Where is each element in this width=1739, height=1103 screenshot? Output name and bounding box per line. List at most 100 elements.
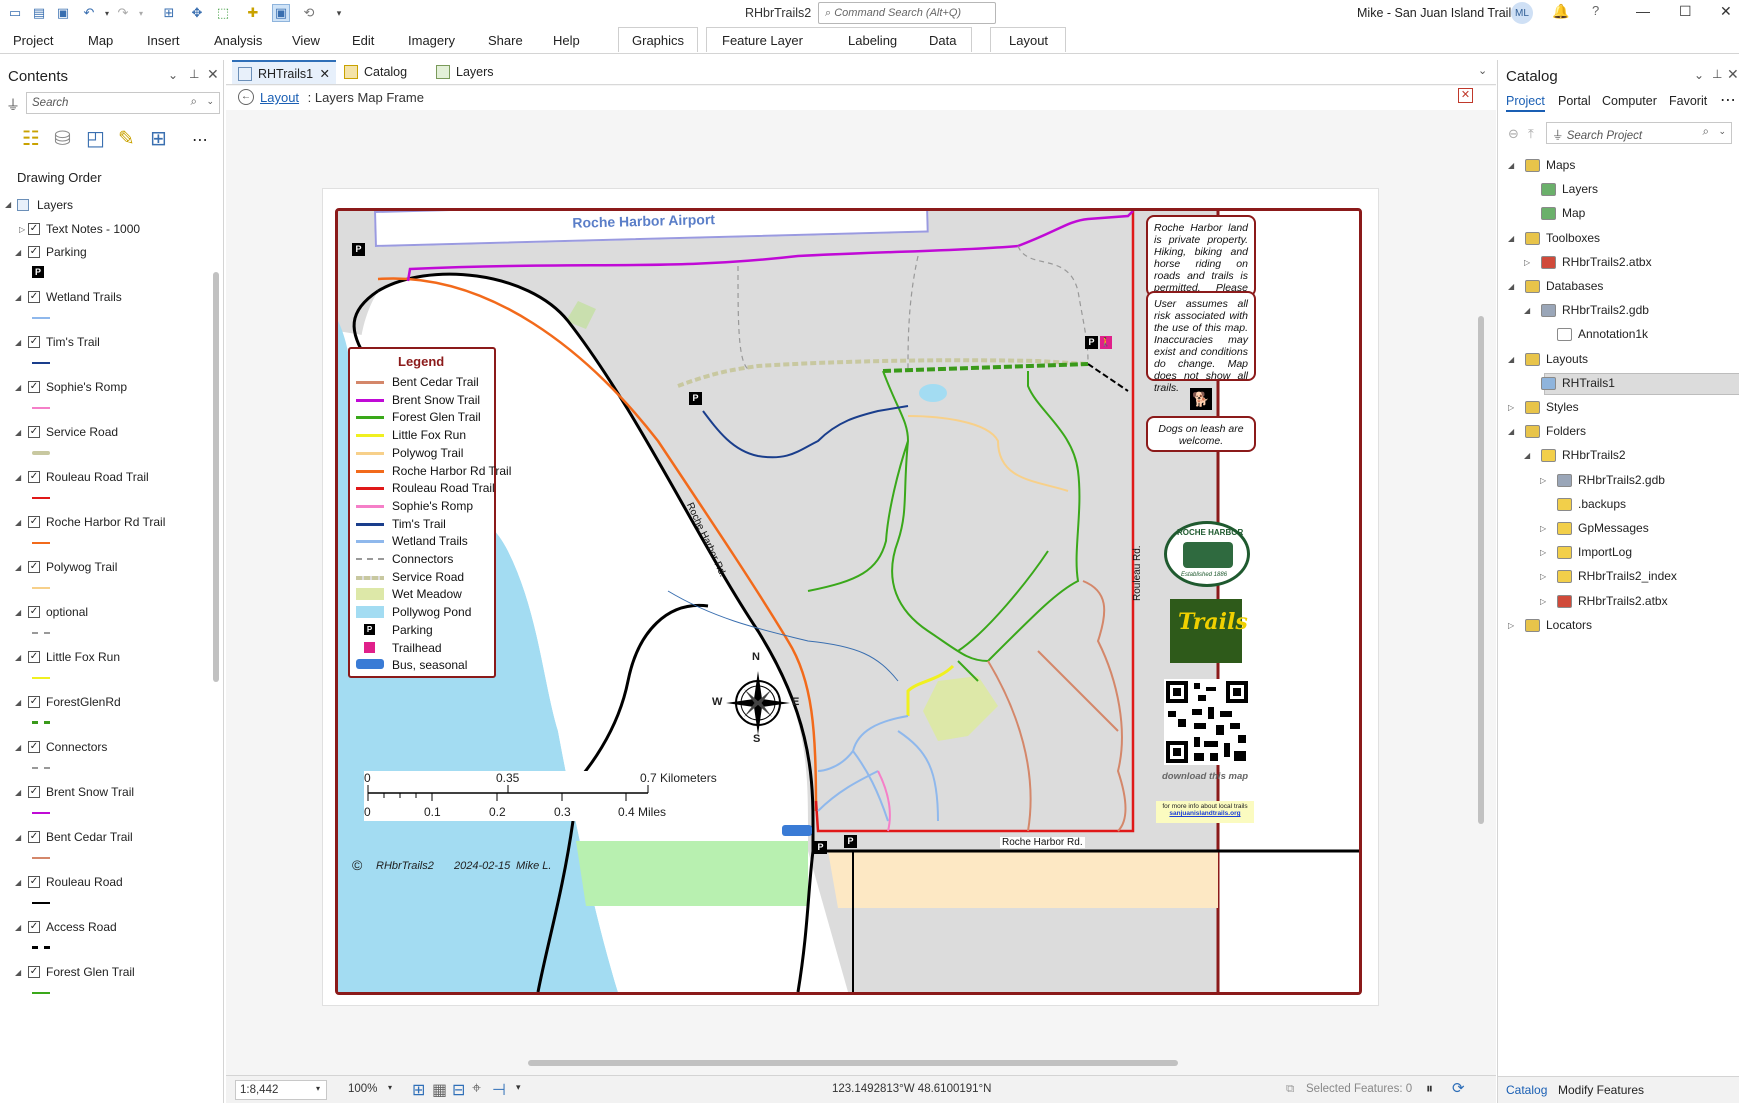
catalog-tree-label[interactable]: RHbrTrails2.gdb (1578, 473, 1665, 487)
catalog-tree-item[interactable]: ▷ RHbrTrails2_index (1498, 566, 1739, 588)
parking-icon[interactable]: P (32, 266, 44, 278)
map-credit[interactable]: © RHbrTrails2 2024-02-15 Mike L. (352, 857, 572, 877)
collapse-icon[interactable]: ◢ (1508, 234, 1514, 243)
layer-symbol[interactable] (32, 857, 50, 859)
layer-name[interactable]: Polywog Trail (46, 560, 117, 574)
customize-quick-access-icon[interactable]: ▾ (330, 4, 348, 22)
collapse-icon[interactable]: ◢ (1508, 355, 1514, 364)
explore-icon[interactable]: ✥ (188, 4, 206, 22)
catalog-tree-label[interactable]: RHbrTrails2_index (1578, 569, 1677, 583)
command-search-input[interactable]: ⌕ Command Search (Alt+Q) (818, 2, 996, 24)
pane-menu-icon[interactable]: ⌄ (1694, 68, 1704, 82)
pin-icon[interactable]: ⊥ (189, 67, 199, 81)
layer-visibility-checkbox[interactable]: ✓ (28, 786, 40, 798)
layer-name[interactable]: Rouleau Road (46, 875, 123, 889)
layer-name[interactable]: Wetland Trails (46, 290, 122, 304)
layer-symbol[interactable] (32, 542, 50, 544)
clear-selection-icon[interactable]: ⟲ (300, 4, 318, 22)
layer-name[interactable]: Bent Cedar Trail (46, 830, 133, 844)
layer-row[interactable]: ◢ ✓ Service Road (0, 422, 208, 470)
new-project-icon[interactable]: ▭ (6, 4, 24, 22)
layer-symbol[interactable] (32, 721, 50, 724)
layout-view-icon[interactable]: ▣ (272, 4, 290, 22)
layer-name[interactable]: Service Road (46, 425, 118, 439)
search-options-icon[interactable]: ⌄ (206, 96, 214, 107)
bottom-tab-modify-features[interactable]: Modify Features (1558, 1083, 1644, 1097)
pin-icon[interactable]: ⊥ (1712, 67, 1722, 81)
catalog-tree-label[interactable]: RHbrTrails2.gdb (1562, 303, 1649, 317)
expand-layer-icon[interactable]: ◢ (15, 743, 21, 752)
layer-row[interactable]: ◢ ✓ Roche Harbor Rd Trail (0, 512, 208, 560)
search-icon[interactable]: ⌕ (191, 96, 197, 109)
catalog-tree-item[interactable]: Layers (1498, 179, 1739, 201)
layer-symbol[interactable] (32, 317, 50, 319)
layer-symbol[interactable] (32, 587, 50, 589)
layer-visibility-checkbox[interactable]: ✓ (28, 606, 40, 618)
layer-row[interactable]: ◢ ✓ Brent Snow Trail (0, 782, 208, 830)
list-by-selection-icon[interactable]: ◰ (86, 126, 105, 151)
expand-layer-icon[interactable]: ◢ (15, 563, 21, 572)
expand-layers-icon[interactable]: ◢ (5, 200, 11, 209)
note-risk[interactable]: User assumes all risk associated with th… (1146, 291, 1256, 394)
layer-symbol[interactable] (32, 362, 50, 364)
horizontal-scrollbar-thumb[interactable] (528, 1060, 1178, 1066)
layer-visibility-checkbox[interactable]: ✓ (28, 291, 40, 303)
catalog-tree-label[interactable]: Folders (1546, 424, 1586, 438)
expand-icon[interactable]: ▷ (1508, 403, 1514, 412)
table-icon[interactable]: ⊞ (160, 4, 178, 22)
list-by-drawing-order-icon[interactable]: ☷ (22, 126, 40, 151)
layer-name[interactable]: Little Fox Run (46, 650, 120, 664)
parking-marker[interactable]: P (844, 835, 857, 848)
chevron-down-icon[interactable]: ▾ (516, 1082, 521, 1093)
tab-insert[interactable]: Insert (147, 33, 180, 48)
parking-marker[interactable]: P (814, 841, 827, 854)
layer-visibility-checkbox[interactable]: ✓ (28, 381, 40, 393)
tab-map[interactable]: Map (88, 33, 113, 48)
layer-symbol[interactable] (32, 497, 50, 499)
tab-layout[interactable]: Layout (1009, 33, 1048, 48)
grid-icon[interactable]: ▦ (432, 1080, 447, 1100)
catalog-tree-item[interactable]: RHTrails1 (1498, 372, 1739, 395)
layer-name[interactable]: Text Notes - 1000 (46, 222, 140, 236)
minimize-button[interactable]: — (1636, 3, 1650, 19)
layer-symbol[interactable] (32, 767, 50, 769)
catalog-tree-label[interactable]: Maps (1546, 158, 1575, 172)
qr-code[interactable] (1164, 679, 1250, 765)
tab-help[interactable]: Help (553, 33, 580, 48)
close-pane-icon[interactable]: ✕ (1727, 66, 1739, 83)
collapse-icon[interactable]: ◢ (1524, 306, 1530, 315)
tab-data[interactable]: Data (929, 33, 956, 48)
collapse-icon[interactable]: ◢ (1508, 282, 1514, 291)
chevron-down-icon[interactable]: ▾ (316, 1084, 320, 1093)
close-pane-icon[interactable]: ✕ (207, 66, 219, 83)
contents-scrollbar[interactable] (210, 190, 222, 1090)
catalog-tree-label[interactable]: Layers (1562, 182, 1598, 196)
catalog-tab-project[interactable]: Project (1506, 94, 1545, 112)
layer-symbol[interactable] (32, 812, 50, 814)
expand-layer-icon[interactable]: ◢ (15, 473, 21, 482)
catalog-tree-item[interactable]: ▷ GpMessages (1498, 518, 1739, 540)
catalog-tree-item[interactable]: .backups (1498, 494, 1739, 516)
catalog-tree-label[interactable]: RHbrTrails2.atbx (1578, 594, 1668, 608)
tab-project[interactable]: Project (13, 33, 53, 48)
layer-name[interactable]: Connectors (46, 740, 107, 754)
add-data-icon[interactable]: ✚ (244, 4, 262, 22)
avatar[interactable]: ML (1511, 2, 1533, 24)
trailhead-icon[interactable]: 🚶 (1100, 336, 1112, 349)
layer-row[interactable]: ◢ ✓ Wetland Trails (0, 287, 208, 335)
tab-graphics[interactable]: Graphics (632, 33, 684, 48)
tab-catalog-view[interactable]: Catalog (338, 60, 426, 84)
layer-name[interactable]: Rouleau Road Trail (46, 470, 149, 484)
catalog-tab-portal[interactable]: Portal (1558, 94, 1591, 108)
layer-visibility-checkbox[interactable]: ✓ (28, 876, 40, 888)
close-tab-icon[interactable]: ✕ (320, 66, 330, 81)
more-options-icon[interactable]: ⋯ (1720, 90, 1736, 110)
parking-marker[interactable]: P (1085, 336, 1098, 349)
up-level-icon[interactable]: ⤒ (1528, 126, 1534, 142)
tab-imagery[interactable]: Imagery (408, 33, 455, 48)
catalog-tree-label[interactable]: Locators (1546, 618, 1592, 632)
more-options-icon[interactable]: ⋯ (192, 130, 208, 150)
layer-visibility-checkbox[interactable]: ✓ (28, 516, 40, 528)
info-link[interactable]: sanjuanislandtrails.org (1156, 810, 1254, 817)
close-window-button[interactable]: ✕ (1720, 3, 1732, 20)
